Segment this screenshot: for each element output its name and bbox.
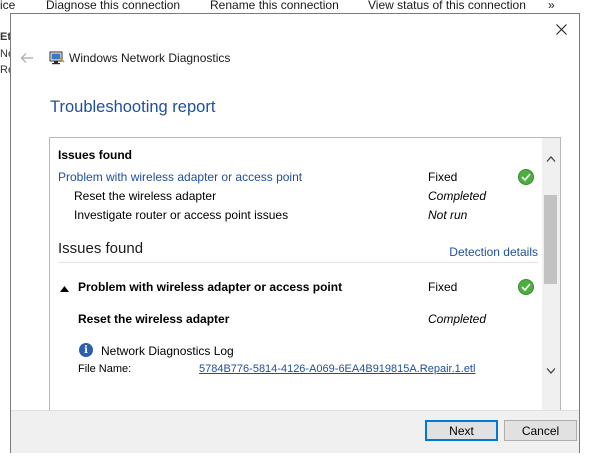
toolbar-diagnose-connection[interactable]: Diagnose this connection <box>46 0 180 12</box>
chevron-down-icon <box>546 368 556 374</box>
background-text-fragment: Ne <box>0 48 10 60</box>
scroll-down-button[interactable] <box>542 362 560 380</box>
expand-collapse-toggle[interactable] <box>60 281 69 295</box>
summary-step-status: Not run <box>428 208 468 222</box>
details-step-status: Completed <box>428 312 487 326</box>
triangle-up-icon <box>60 286 69 292</box>
log-file-link[interactable]: 5784B776-5814-4126-A069-6EA4B919815A.Rep… <box>199 363 475 375</box>
toolbar-view-status[interactable]: View status of this connection <box>368 0 526 12</box>
details-problem-status: Fixed <box>428 280 458 294</box>
dialog-footer: Next Cancel <box>11 410 579 453</box>
details-heading: Issues found <box>58 240 144 257</box>
chevron-up-icon <box>546 156 556 162</box>
detection-details-link[interactable]: Detection details <box>449 245 538 259</box>
explorer-toolbar: ice Diagnose this connection Rename this… <box>0 0 590 13</box>
cancel-button[interactable]: Cancel <box>504 420 577 441</box>
summary-problem-status: Fixed <box>428 170 458 184</box>
background-window-edge: Eth Ne Re <box>0 13 10 470</box>
back-button[interactable] <box>19 50 35 66</box>
summary-step-status: Completed <box>428 189 487 203</box>
info-icon: i <box>79 343 93 357</box>
summary-problem-link[interactable]: Problem with wireless adapter or access … <box>58 170 302 184</box>
divider <box>58 262 538 263</box>
fixed-check-icon <box>518 279 534 295</box>
report-content: Issues found Problem with wireless adapt… <box>50 138 542 410</box>
scroll-up-button[interactable] <box>542 150 560 168</box>
details-problem-label: Problem with wireless adapter or access … <box>78 280 343 294</box>
network-diagnostics-dialog: Windows Network Diagnostics Troubleshoot… <box>10 13 580 453</box>
next-button[interactable]: Next <box>425 420 498 441</box>
close-icon <box>555 23 567 35</box>
toolbar-rename-connection[interactable]: Rename this connection <box>210 0 339 12</box>
report-scrollbar[interactable] <box>542 138 560 410</box>
fixed-check-icon <box>518 169 534 185</box>
file-name-label: File Name: <box>78 363 132 375</box>
dialog-app-title: Windows Network Diagnostics <box>69 51 231 65</box>
back-arrow-icon <box>20 53 33 63</box>
summary-step-label: Investigate router or access point issue… <box>74 208 289 222</box>
toolbar-more-chevron-icon[interactable]: » <box>548 0 555 12</box>
details-step-label: Reset the wireless adapter <box>78 312 230 326</box>
background-text-fragment: Eth <box>0 31 10 43</box>
summary-step-label: Reset the wireless adapter <box>74 189 217 203</box>
log-title: Network Diagnostics Log <box>101 344 234 358</box>
background-text-fragment: Re <box>0 64 10 76</box>
page-title: Troubleshooting report <box>50 98 216 116</box>
close-button[interactable] <box>549 18 573 40</box>
background-desktop <box>0 453 590 470</box>
summary-heading: Issues found <box>58 148 133 162</box>
scrollbar-thumb[interactable] <box>544 195 557 284</box>
toolbar-item-fragment[interactable]: ice <box>0 0 15 12</box>
report-panel: Issues found Problem with wireless adapt… <box>49 137 561 411</box>
network-diagnostics-app-icon <box>49 51 65 65</box>
